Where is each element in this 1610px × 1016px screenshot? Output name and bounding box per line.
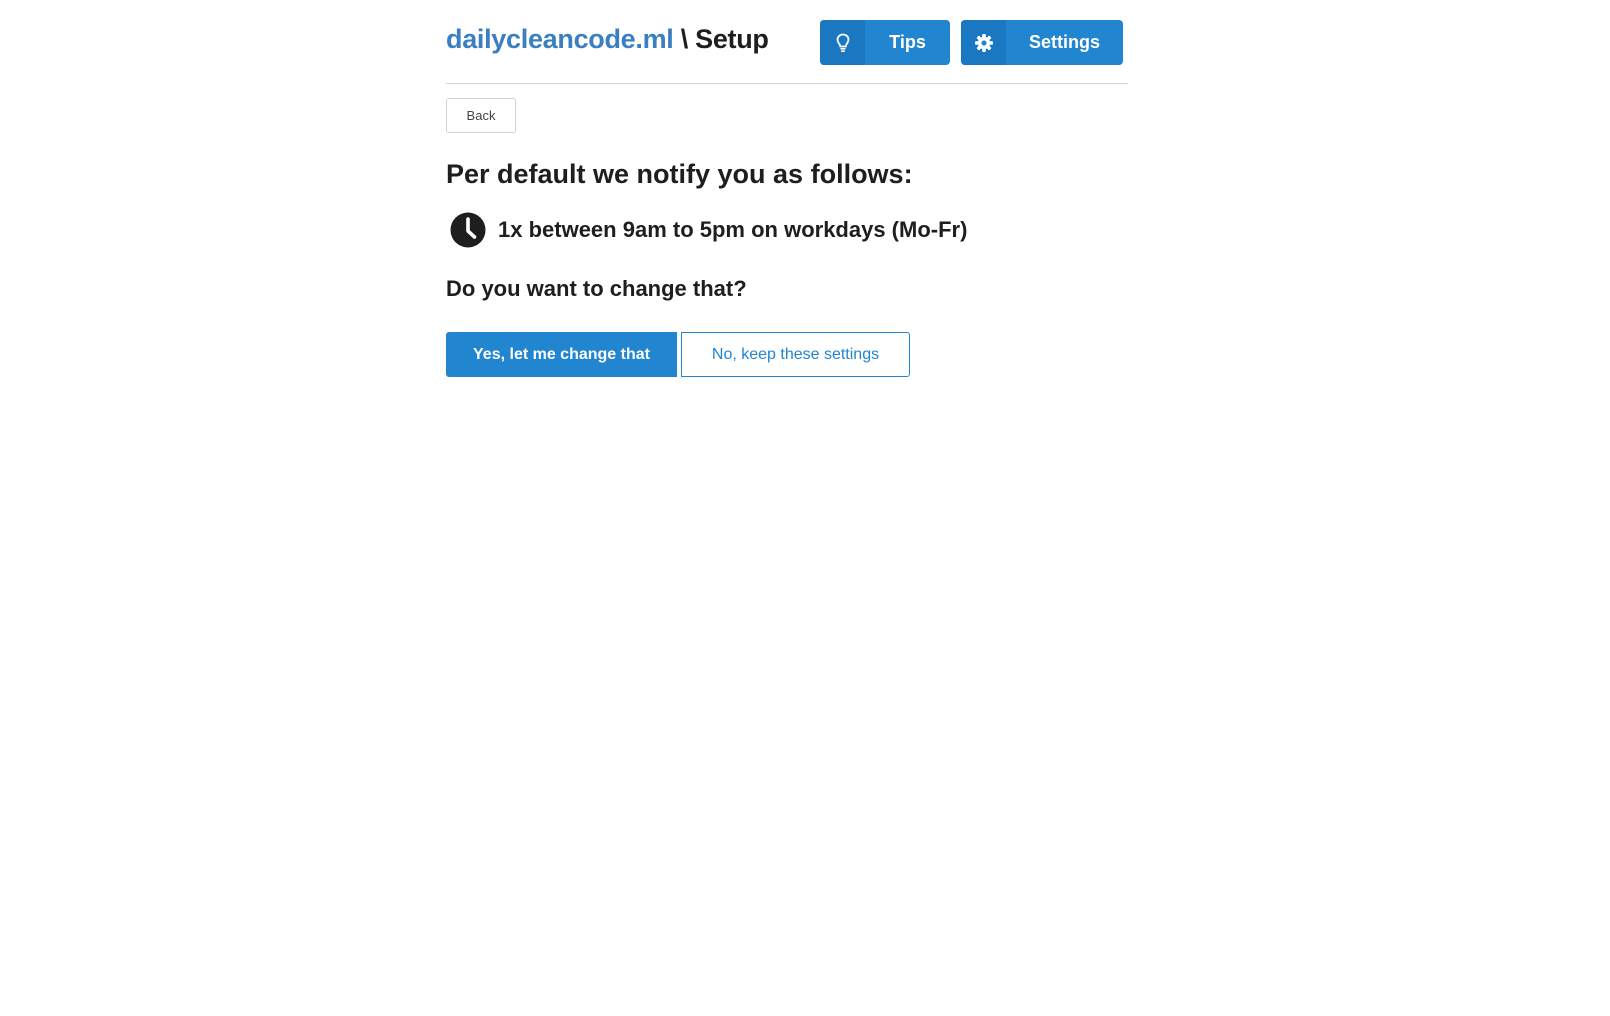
brand-link[interactable]: dailycleancode.ml (446, 24, 674, 54)
gear-icon (961, 20, 1006, 65)
change-settings-button[interactable]: Yes, let me change that (446, 332, 677, 377)
keep-settings-button[interactable]: No, keep these settings (681, 332, 910, 377)
clock-icon (448, 210, 488, 250)
schedule-row: 1x between 9am to 5pm on workdays (Mo-Fr… (446, 210, 967, 250)
settings-label: Settings (1028, 32, 1100, 52)
title-separator: \ (673, 24, 696, 54)
page-title: dailycleancode.ml \ Setup (446, 22, 769, 56)
header: dailycleancode.ml \ Setup Tips Settings (446, 0, 1128, 84)
schedule-text: 1x between 9am to 5pm on workdays (Mo-Fr… (498, 217, 968, 242)
notification-heading: Per default we notify you as follows: (446, 159, 913, 189)
settings-button[interactable]: Settings (961, 20, 1123, 65)
back-button[interactable]: Back (446, 98, 516, 133)
tips-button[interactable]: Tips (820, 20, 950, 65)
page-name: Setup (695, 24, 769, 54)
page-container: dailycleancode.ml \ Setup Tips Settings … (446, 0, 1128, 377)
change-question: Do you want to change that? (446, 276, 747, 301)
lightbulb-icon (820, 20, 865, 65)
tips-label: Tips (889, 32, 926, 52)
